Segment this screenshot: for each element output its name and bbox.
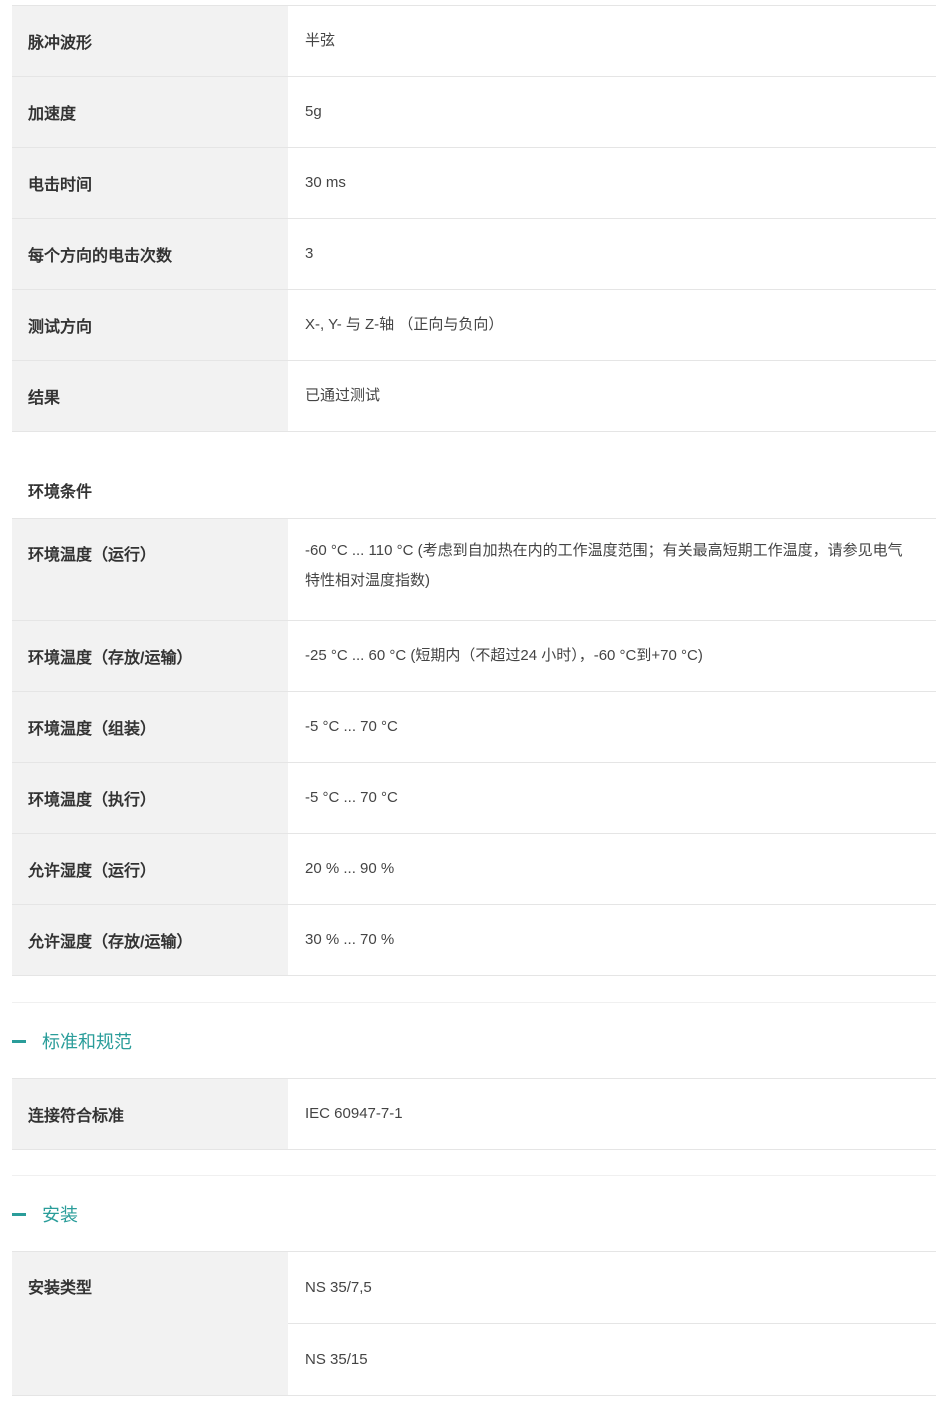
row-label: 测试方向: [12, 290, 288, 360]
table-row: 环境温度（存放/运输） -25 °C ... 60 °C (短期内（不超过24 …: [12, 621, 936, 692]
table-row: 脉冲波形 半弦: [12, 5, 936, 77]
collapse-minus-icon: [12, 1039, 26, 1043]
row-label: 安装类型: [12, 1252, 288, 1395]
installation-table: 安装类型 NS 35/7,5 NS 35/15: [12, 1251, 936, 1396]
row-value: 5g: [305, 103, 322, 120]
row-label: 环境温度（组装）: [12, 692, 288, 762]
row-value: IEC 60947-7-1: [305, 1105, 403, 1122]
row-label: 环境温度（存放/运输）: [12, 621, 288, 691]
table-row: 安装类型 NS 35/7,5 NS 35/15: [12, 1251, 936, 1396]
row-value: -60 °C ... 110 °C (考虑到自加热在内的工作温度范围；有关最高短…: [305, 542, 903, 589]
row-value: 半弦: [305, 32, 336, 49]
standards-table: 连接符合标准 IEC 60947-7-1: [12, 1078, 936, 1150]
row-value: 已通过测试: [305, 387, 381, 404]
table-row: 加速度 5g: [12, 77, 936, 148]
row-value: NS 35/15: [305, 1350, 368, 1368]
table-row: 环境温度（组装） -5 °C ... 70 °C: [12, 692, 936, 763]
row-value: 30 % ... 70 %: [305, 931, 395, 948]
row-value: 3: [305, 245, 314, 262]
row-label: 结果: [12, 361, 288, 431]
row-label: 允许湿度（存放/运输）: [12, 905, 288, 975]
row-value: NS 35/7,5: [288, 1252, 936, 1324]
row-label: 电击时间: [12, 148, 288, 218]
row-value: 20 % ... 90 %: [305, 860, 395, 877]
collapse-minus-icon: [12, 1212, 26, 1216]
installation-section-title: 安装: [42, 1205, 78, 1225]
table-row: 测试方向 X-, Y- 与 Z-轴 （正向与负向）: [12, 290, 936, 361]
table-row: 连接符合标准 IEC 60947-7-1: [12, 1078, 936, 1150]
row-value: -5 °C ... 70 °C: [305, 718, 398, 735]
row-value: -25 °C ... 60 °C (短期内（不超过24 小时），-60 °C到+…: [305, 647, 703, 664]
row-value: X-, Y- 与 Z-轴 （正向与负向）: [305, 316, 504, 333]
standards-section-toggle[interactable]: 标准和规范: [12, 1002, 936, 1079]
row-label: 加速度: [12, 77, 288, 147]
row-value: 30 ms: [305, 174, 346, 191]
environment-table: 环境温度（运行） -60 °C ... 110 °C (考虑到自加热在内的工作温…: [12, 518, 936, 976]
table-row: 环境温度（运行） -60 °C ... 110 °C (考虑到自加热在内的工作温…: [12, 518, 936, 621]
row-label: 允许湿度（运行）: [12, 834, 288, 904]
shock-test-table: 脉冲波形 半弦 加速度 5g 电击时间 30 ms 每个方向的电击次数 3 测试…: [12, 5, 936, 432]
value-stack: NS 35/7,5 NS 35/15: [288, 1252, 936, 1395]
row-label: 每个方向的电击次数: [12, 219, 288, 289]
row-label: 脉冲波形: [12, 6, 288, 76]
table-row: 电击时间 30 ms: [12, 148, 936, 219]
table-row: 结果 已通过测试: [12, 361, 936, 432]
row-value: -5 °C ... 70 °C: [305, 789, 398, 806]
row-label: 环境温度（运行）: [12, 519, 288, 620]
table-row: 允许湿度（存放/运输） 30 % ... 70 %: [12, 905, 936, 976]
row-label: 环境温度（执行）: [12, 763, 288, 833]
table-row: 允许湿度（运行） 20 % ... 90 %: [12, 834, 936, 905]
table-row: 环境温度（执行） -5 °C ... 70 °C: [12, 763, 936, 834]
product-spec-page: 脉冲波形 半弦 加速度 5g 电击时间 30 ms 每个方向的电击次数 3 测试…: [0, 0, 946, 1424]
table-row: 每个方向的电击次数 3: [12, 219, 936, 290]
row-label: 连接符合标准: [12, 1079, 288, 1149]
installation-section-toggle[interactable]: 安装: [12, 1175, 936, 1252]
environment-subheading: 环境条件: [28, 484, 93, 501]
standards-section-title: 标准和规范: [42, 1032, 132, 1052]
